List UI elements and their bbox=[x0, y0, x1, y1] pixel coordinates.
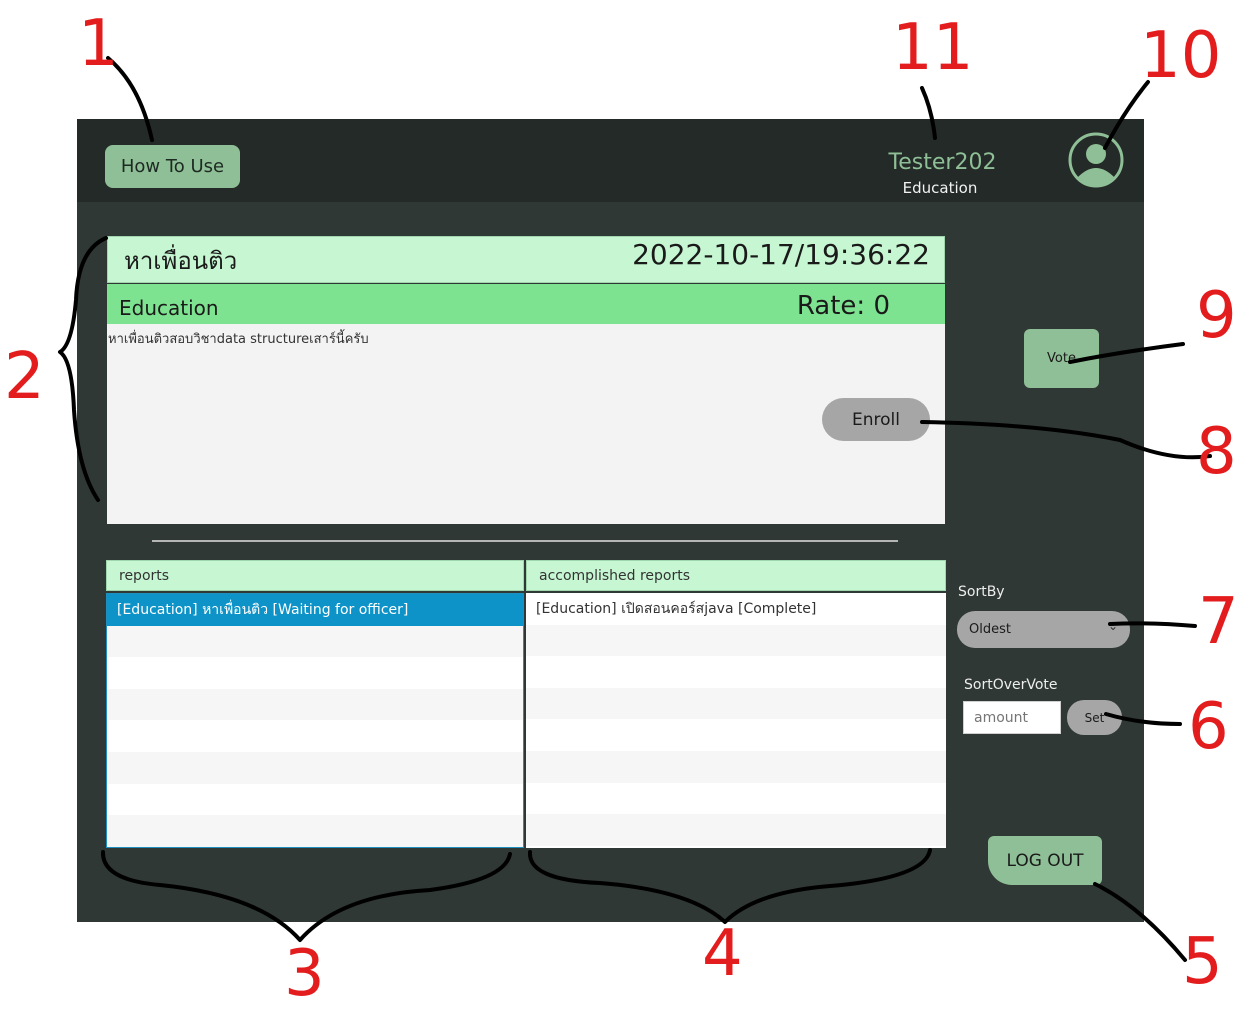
enroll-button[interactable]: Enroll bbox=[822, 398, 930, 441]
profile-avatar-icon[interactable] bbox=[1067, 131, 1125, 189]
post-body bbox=[107, 324, 945, 524]
annotation-number: 6 bbox=[1188, 690, 1229, 764]
list-item-empty bbox=[526, 750, 946, 783]
list-item-empty bbox=[526, 814, 946, 846]
how-to-use-button[interactable]: How To Use bbox=[105, 145, 240, 188]
list-item-empty bbox=[107, 815, 523, 847]
annotation-number: 4 bbox=[702, 917, 743, 991]
set-button[interactable]: Set bbox=[1067, 700, 1122, 735]
accomplished-list-header: accomplished reports bbox=[526, 560, 946, 591]
list-item-empty bbox=[107, 625, 523, 658]
annotation-number: 10 bbox=[1140, 19, 1222, 93]
divider bbox=[152, 540, 898, 542]
vote-button[interactable]: Vote bbox=[1024, 329, 1099, 388]
reports-list-header: reports bbox=[106, 560, 524, 591]
list-item-empty bbox=[107, 657, 523, 689]
post-description: หาเพื่อนติวสอบวิชาdata structureเสาร์นี้… bbox=[108, 332, 369, 347]
annotation-number: 9 bbox=[1196, 279, 1237, 353]
list-item-empty bbox=[526, 687, 946, 720]
post-rate: Rate: 0 bbox=[796, 291, 890, 321]
annotation-number: 7 bbox=[1198, 585, 1239, 659]
list-item-empty bbox=[107, 784, 523, 816]
annotation-number: 8 bbox=[1196, 415, 1237, 489]
annotation-number: 3 bbox=[284, 937, 325, 1011]
chevron-down-icon: ⌄ bbox=[1108, 619, 1119, 633]
sort-by-select[interactable]: Oldest bbox=[957, 611, 1130, 648]
annotation-number: 1 bbox=[78, 7, 119, 81]
reports-list[interactable]: [Education] หาเพื่อนติว [Waiting for off… bbox=[106, 593, 524, 848]
annotation-number: 11 bbox=[892, 11, 974, 85]
list-item-empty bbox=[107, 751, 523, 784]
accomplished-list[interactable]: [Education] เปิดสอนคอร์สjava [Complete] bbox=[526, 593, 946, 848]
list-item-empty bbox=[526, 783, 946, 815]
username-label: Tester202 bbox=[888, 150, 997, 175]
amount-input[interactable] bbox=[963, 701, 1061, 734]
list-item-empty bbox=[526, 656, 946, 688]
list-item[interactable]: [Education] เปิดสอนคอร์สjava [Complete] bbox=[526, 593, 946, 625]
user-category-label: Education bbox=[902, 179, 978, 197]
list-item-empty bbox=[526, 624, 946, 657]
list-item-empty bbox=[107, 688, 523, 721]
post-title: หาเพื่อนติว bbox=[124, 247, 238, 275]
logout-button[interactable]: LOG OUT bbox=[988, 836, 1102, 885]
post-datetime: 2022-10-17/19:36:22 bbox=[632, 238, 930, 271]
list-item[interactable]: [Education] หาเพื่อนติว [Waiting for off… bbox=[107, 594, 523, 626]
sort-by-label: SortBy bbox=[958, 584, 1005, 600]
sort-over-vote-label: SortOverVote bbox=[964, 677, 1058, 693]
post-category: Education bbox=[119, 296, 219, 320]
annotation-number: 2 bbox=[4, 340, 45, 414]
list-item-empty bbox=[107, 720, 523, 752]
annotation-number: 5 bbox=[1182, 925, 1223, 999]
list-item-empty bbox=[526, 719, 946, 751]
